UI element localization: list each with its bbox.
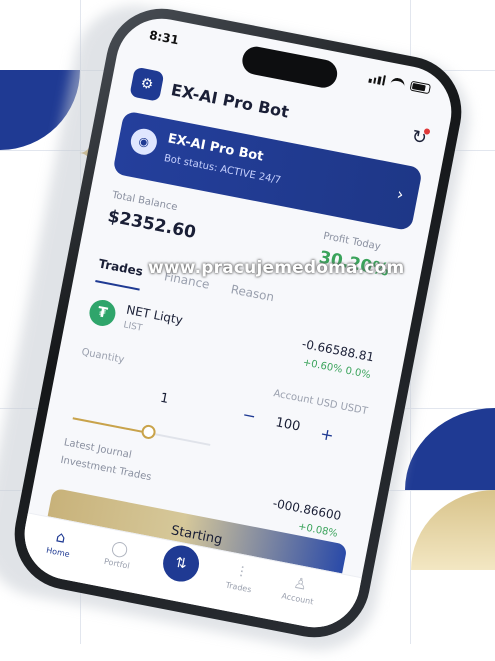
chevron-right-icon[interactable]: ›	[395, 184, 405, 204]
bot-subtitle: Bot status: ACTIVE 24/7	[163, 152, 282, 187]
plus-button[interactable]: +	[319, 424, 336, 445]
slider-fill	[72, 417, 149, 434]
status-time: 8:31	[148, 27, 181, 48]
minus-button[interactable]: −	[241, 405, 258, 426]
refresh-icon[interactable]: ↻	[410, 125, 429, 148]
signal-icon	[368, 73, 386, 86]
coin-icon: ₮	[87, 297, 118, 329]
slider-thumb[interactable]	[140, 423, 157, 441]
app-title: EX-AI Pro Bot	[169, 79, 291, 122]
decor-navy-shape	[405, 408, 495, 490]
quantity-label: Quantity	[80, 346, 126, 366]
quantity-value[interactable]: 1	[159, 391, 170, 407]
home-icon: ⌂	[54, 527, 68, 547]
nav-trades[interactable]: ⫶ Trades	[213, 559, 268, 597]
portfolio-icon: ◯	[109, 538, 130, 560]
dynamic-island	[239, 44, 340, 91]
trade-center-button[interactable]: ⇅	[159, 542, 203, 585]
balance-stat: Total Balance $2352.60	[106, 190, 201, 243]
tab-trades[interactable]: Trades	[95, 256, 145, 291]
nav-portfolio[interactable]: ◯ Portfol	[91, 535, 146, 573]
decor-gold-shape	[411, 490, 495, 570]
tab-reason[interactable]: Reason	[227, 282, 276, 316]
nav-label: Home	[45, 545, 71, 560]
bot-avatar-icon: ◉	[128, 126, 160, 157]
coin-sub: LIST	[122, 320, 143, 334]
watermark: www.pracujemedoma.com	[148, 258, 405, 278]
amount-value[interactable]: 100	[274, 415, 301, 434]
investment-label: Investment Trades	[59, 454, 153, 484]
wifi-icon	[389, 76, 406, 90]
robot-icon[interactable]: ⚙	[129, 66, 165, 102]
trades-icon: ⫶	[237, 563, 246, 582]
status-icons	[368, 73, 432, 95]
nav-account[interactable]: ♙ Account	[272, 570, 327, 608]
nav-home[interactable]: ⌂ Home	[33, 524, 88, 562]
battery-icon	[409, 80, 432, 95]
journal-value: -000.86600	[271, 496, 343, 524]
